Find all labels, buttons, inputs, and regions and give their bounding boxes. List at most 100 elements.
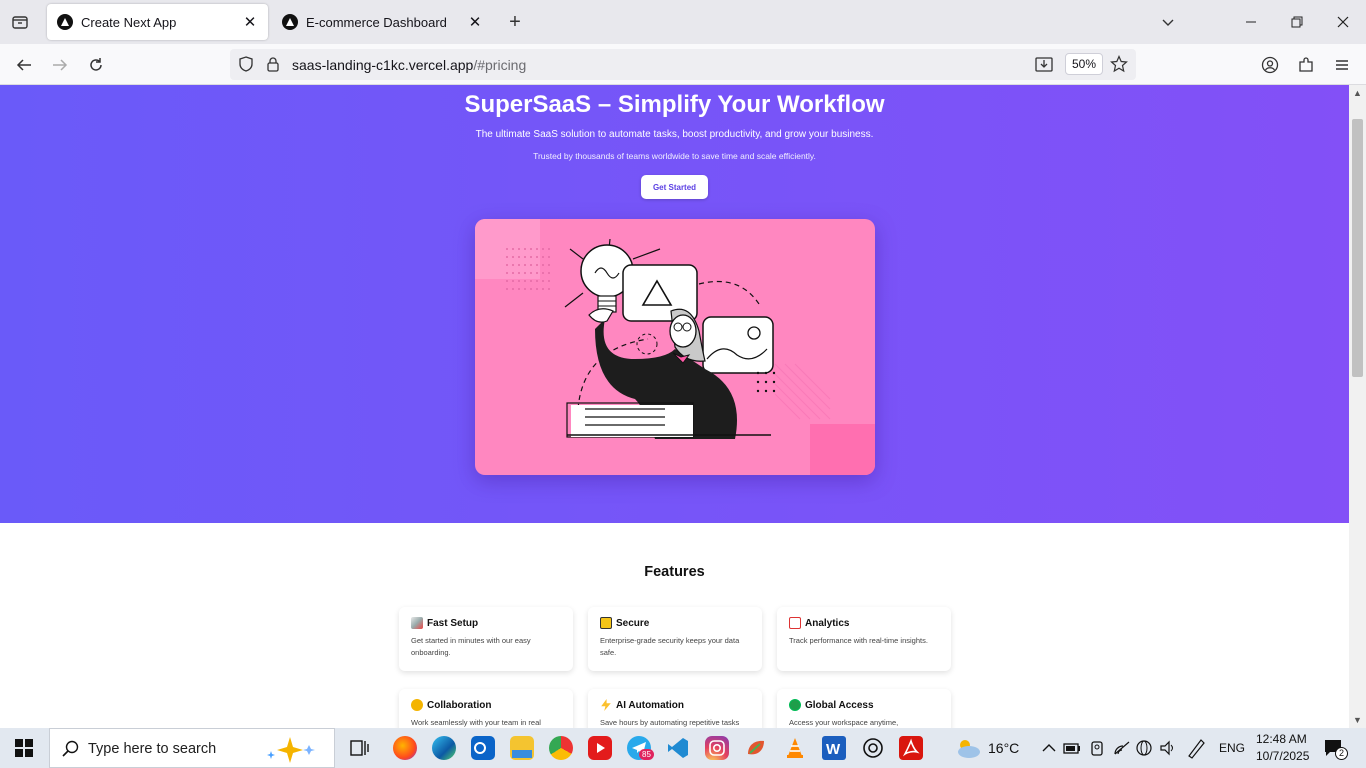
list-all-tabs-chevron-icon[interactable] <box>1145 0 1191 44</box>
chrome-icon[interactable] <box>549 736 573 760</box>
lock-icon[interactable] <box>266 56 280 72</box>
minimize-button[interactable] <box>1228 0 1274 44</box>
vscode-icon[interactable] <box>666 736 690 760</box>
telegram-unread-badge: 85 <box>639 749 654 760</box>
feature-card-fast-setup: Fast Setup Get started in minutes with o… <box>399 607 573 671</box>
feature-description: Enterprise-grade security keeps your dat… <box>600 636 740 657</box>
back-arrow-icon <box>16 59 31 71</box>
feature-title: Collaboration <box>427 699 492 711</box>
tab-strip: Create Next App ✕ E-commerce Dashboard ✕… <box>0 0 1366 44</box>
extensions-button[interactable] <box>1293 52 1319 78</box>
battery-icon[interactable] <box>1062 736 1082 760</box>
outlook-icon[interactable] <box>471 736 495 760</box>
hero-illustration <box>475 219 875 475</box>
network-globe-icon[interactable] <box>1134 736 1154 760</box>
close-tab-icon[interactable]: ✕ <box>242 14 258 31</box>
url-host: saas-landing-c1kc.vercel.app <box>292 57 474 73</box>
firefox-icon[interactable] <box>393 736 417 760</box>
tab-ecommerce-dashboard[interactable]: E-commerce Dashboard ✕ <box>272 4 493 40</box>
account-button[interactable] <box>1257 52 1283 78</box>
tab-list-button[interactable] <box>0 0 40 44</box>
feature-card-secure: Secure Enterprise-grade security keeps y… <box>588 607 762 671</box>
windows-logo-icon <box>15 739 33 757</box>
bookmark-star-icon[interactable] <box>1110 55 1128 73</box>
hero-trust-text: Trusted by thousands of teams worldwide … <box>533 151 816 161</box>
menu-button[interactable] <box>1329 52 1355 78</box>
get-started-button[interactable]: Get Started <box>641 175 708 199</box>
handshake-icon <box>411 699 423 711</box>
globe-icon <box>789 699 801 711</box>
feature-title: Fast Setup <box>427 617 479 629</box>
show-hidden-icons-chevron-icon[interactable] <box>1040 736 1058 760</box>
instagram-icon[interactable] <box>705 736 729 760</box>
feature-description: Work seamlessly with your team in real <box>411 718 541 727</box>
forward-button[interactable] <box>47 52 73 78</box>
feature-title: Secure <box>616 617 650 629</box>
input-language[interactable]: ENG <box>1219 741 1245 755</box>
weather-temperature[interactable]: 16°C <box>988 740 1019 756</box>
acrobat-reader-icon[interactable] <box>899 736 923 760</box>
chatgpt-icon[interactable] <box>861 736 885 760</box>
telegram-icon[interactable]: 85 <box>627 736 654 760</box>
taskbar-search-box[interactable]: Type here to search <box>49 728 335 768</box>
zoom-level-badge[interactable]: 50% <box>1065 53 1104 75</box>
vlc-icon[interactable] <box>783 736 807 760</box>
feature-description: Track performance with real-time insight… <box>789 636 928 645</box>
account-icon <box>1261 56 1279 74</box>
scroll-thumb[interactable] <box>1352 119 1363 377</box>
file-explorer-icon[interactable] <box>510 736 534 760</box>
tab-create-next-app[interactable]: Create Next App ✕ <box>47 4 268 40</box>
search-placeholder: Type here to search <box>88 741 217 757</box>
scroll-down-arrow-icon[interactable]: ▼ <box>1352 715 1363 725</box>
feature-description: Save hours by automating repetitive task… <box>600 718 740 727</box>
feature-description: Access your workspace anytime, <box>789 718 899 727</box>
wifi-icon[interactable] <box>1112 736 1132 760</box>
url-text[interactable]: saas-landing-c1kc.vercel.app/#pricing <box>292 57 526 73</box>
copilot-sparkle-icon <box>267 737 315 763</box>
restore-button[interactable] <box>1274 0 1320 44</box>
rocket-icon <box>411 617 423 629</box>
hero-section: SuperSaaS – Simplify Your Workflow The u… <box>0 85 1349 523</box>
tab-title: E-commerce Dashboard <box>306 14 447 30</box>
hero-title: SuperSaaS – Simplify Your Workflow <box>464 91 885 118</box>
notifications-icon[interactable]: 2 <box>1322 736 1348 760</box>
save-to-pocket-icon[interactable] <box>1035 56 1053 72</box>
edge-icon[interactable] <box>432 736 456 760</box>
feature-description: Get started in minutes with our easy onb… <box>411 636 531 657</box>
back-button[interactable] <box>11 52 37 78</box>
nextjs-favicon-icon <box>57 14 73 30</box>
clock-time[interactable]: 12:48 AM <box>1256 732 1307 746</box>
clock-date[interactable]: 10/7/2025 <box>1256 749 1309 763</box>
reload-button[interactable] <box>83 52 109 78</box>
tab-title: Create Next App <box>81 14 177 30</box>
puzzle-icon <box>1299 57 1313 72</box>
task-view-icon[interactable] <box>347 736 371 760</box>
page-scrollbar[interactable]: ▲ ▼ <box>1349 85 1366 728</box>
camera-device-icon[interactable] <box>1088 736 1108 760</box>
volume-icon[interactable] <box>1158 736 1178 760</box>
youtube-app-icon[interactable] <box>588 736 612 760</box>
feature-title: Analytics <box>805 617 850 629</box>
address-bar[interactable]: saas-landing-c1kc.vercel.app/#pricing 50… <box>230 49 1136 80</box>
close-tab-icon[interactable]: ✕ <box>467 14 483 31</box>
nextjs-favicon-icon <box>282 14 298 30</box>
windows-taskbar: Type here to search 85 W 16°C ENG 12:48 … <box>0 728 1366 768</box>
features-heading: Features <box>644 564 705 580</box>
shield-icon[interactable] <box>238 56 254 72</box>
feature-title: Global Access <box>805 699 874 711</box>
scroll-up-arrow-icon[interactable]: ▲ <box>1352 88 1363 98</box>
hero-subtitle: The ultimate SaaS solution to automate t… <box>475 129 874 140</box>
lightning-icon <box>601 699 611 711</box>
navigation-toolbar: saas-landing-c1kc.vercel.app/#pricing 50… <box>0 44 1366 85</box>
app-leaf-icon[interactable] <box>744 736 768 760</box>
word-icon[interactable]: W <box>822 736 846 760</box>
svg-text:W: W <box>826 741 841 758</box>
weather-cloud-icon[interactable] <box>954 736 980 760</box>
start-button[interactable] <box>0 728 48 768</box>
new-tab-button[interactable]: + <box>503 10 527 34</box>
pen-ink-icon[interactable] <box>1185 736 1207 760</box>
feature-title: AI Automation <box>616 699 684 711</box>
close-window-button[interactable] <box>1320 0 1366 44</box>
reload-icon <box>90 58 102 71</box>
feature-card-analytics: Analytics Track performance with real-ti… <box>777 607 951 671</box>
